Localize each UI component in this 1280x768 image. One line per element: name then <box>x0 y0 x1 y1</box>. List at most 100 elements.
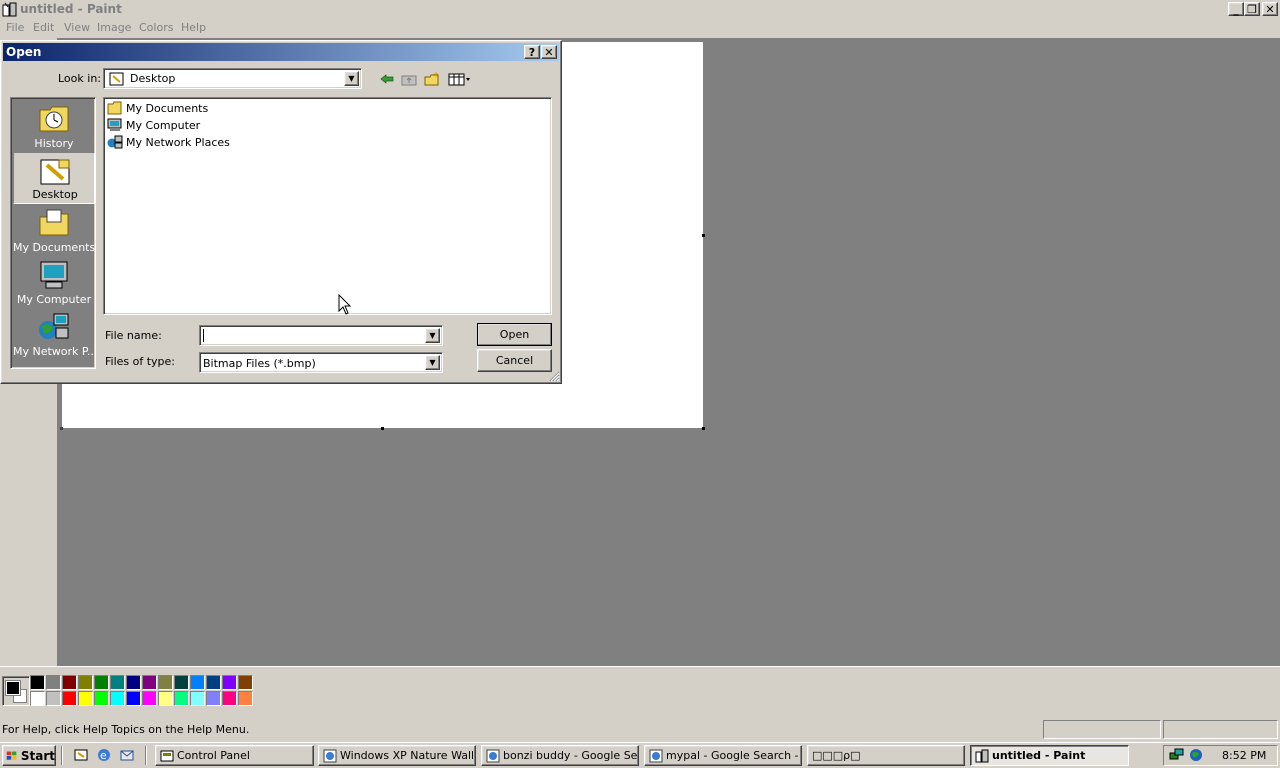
restore-button[interactable]: ❐ <box>1244 2 1260 16</box>
taskbar-button-control-panel[interactable]: Control Panel <box>155 745 314 766</box>
places-label: Desktop <box>32 188 78 201</box>
files-of-type-value: Bitmap Files (*.bmp) <box>203 357 316 370</box>
dialog-title: Open <box>6 45 42 59</box>
internet-explorer-icon[interactable]: e <box>96 747 112 763</box>
resize-handle-right[interactable] <box>702 234 705 237</box>
color-swatch[interactable] <box>206 691 221 706</box>
desktop-icon <box>40 159 70 185</box>
color-swatch[interactable] <box>94 691 109 706</box>
network-tray-icon[interactable] <box>1169 747 1185 763</box>
places-label: My Documents <box>13 241 95 254</box>
color-swatch[interactable] <box>222 675 237 690</box>
color-swatch[interactable] <box>174 691 189 706</box>
create-new-folder-button[interactable] <box>422 70 442 88</box>
list-item-label: My Network Places <box>126 135 230 149</box>
resize-handle-corner[interactable] <box>702 427 705 430</box>
color-swatch[interactable] <box>190 691 205 706</box>
places-my-computer[interactable]: My Computer <box>13 256 95 308</box>
look-in-dropdown[interactable]: Desktop ▼ <box>103 68 362 89</box>
menu-file[interactable]: File <box>6 21 24 34</box>
status-cell-coords <box>1043 720 1161 739</box>
places-my-network[interactable]: My Network P... <box>13 308 95 360</box>
chevron-down-icon[interactable]: ▼ <box>425 355 440 370</box>
color-swatch[interactable] <box>62 675 77 690</box>
menu-view[interactable]: View <box>64 21 90 34</box>
places-bar: History Desktop My Documents My Computer… <box>10 97 96 369</box>
taskbar-button-wallpaper[interactable]: Windows XP Nature Wallp... <box>318 745 476 766</box>
menu-help[interactable]: Help <box>181 21 206 34</box>
color-swatch[interactable] <box>62 691 77 706</box>
open-button[interactable]: Open <box>477 323 552 346</box>
list-item-label: My Documents <box>126 101 209 115</box>
color-swatch[interactable] <box>222 691 237 706</box>
files-of-type-dropdown[interactable]: Bitmap Files (*.bmp) ▼ <box>199 352 443 373</box>
menu-image[interactable]: Image <box>97 21 131 34</box>
taskbar-button-label: Control Panel <box>177 749 250 762</box>
taskbar-button-unknown[interactable]: □□□ρ□ <box>807 745 965 766</box>
close-button[interactable]: ✕ <box>1262 2 1278 16</box>
taskbar-button-paint[interactable]: untitled - Paint <box>970 745 1129 766</box>
back-button[interactable] <box>377 70 397 88</box>
dialog-titlebar[interactable]: Open ? ✕ <box>3 43 559 61</box>
folder-icon <box>107 101 122 115</box>
file-name-field[interactable]: ▼ <box>199 325 443 346</box>
svg-text:e: e <box>100 749 107 762</box>
outlook-express-icon[interactable] <box>119 747 135 763</box>
paint-app-icon <box>975 749 989 762</box>
start-button[interactable]: Start <box>2 745 56 766</box>
color-swatch[interactable] <box>126 675 141 690</box>
menu-edit[interactable]: Edit <box>33 21 54 34</box>
menu-colors[interactable]: Colors <box>139 21 173 34</box>
minimize-button[interactable]: _ <box>1228 2 1244 16</box>
history-icon <box>39 106 69 132</box>
color-swatch[interactable] <box>238 691 253 706</box>
menu-bar: File Edit View Image Colors Help <box>0 18 1280 38</box>
chevron-down-icon[interactable]: ▼ <box>344 71 359 86</box>
taskbar-button-label: □□□ρ□ <box>812 749 861 762</box>
taskbar-button-mypal-search[interactable]: mypal - Google Search - ... <box>644 745 802 766</box>
color-swatch[interactable] <box>158 691 173 706</box>
up-one-level-button[interactable] <box>399 70 419 88</box>
color-swatch[interactable] <box>174 675 189 690</box>
color-swatch[interactable] <box>190 675 205 690</box>
color-swatch[interactable] <box>94 675 109 690</box>
places-desktop[interactable]: Desktop <box>13 152 95 204</box>
globe-tray-icon[interactable] <box>1188 747 1204 763</box>
color-swatch[interactable] <box>142 691 157 706</box>
list-item-my-computer[interactable]: My Computer <box>107 117 200 133</box>
color-swatch[interactable] <box>78 675 93 690</box>
ie-page-icon <box>323 749 337 762</box>
file-list[interactable]: My Documents My Computer My Network Plac… <box>103 97 552 315</box>
taskbar-button-label: Windows XP Nature Wallp... <box>340 749 475 762</box>
show-desktop-icon[interactable] <box>73 747 89 763</box>
places-my-documents[interactable]: My Documents <box>13 204 95 256</box>
minimize-icon: _ <box>1233 2 1239 16</box>
window-title: untitled - Paint <box>20 2 122 16</box>
color-swatch[interactable] <box>30 675 45 690</box>
color-swatch[interactable] <box>46 675 61 690</box>
taskbar-button-bonzi-search[interactable]: bonzi buddy - Google Sea... <box>481 745 639 766</box>
list-item-my-documents[interactable]: My Documents <box>107 100 208 116</box>
dialog-help-button[interactable]: ? <box>524 45 540 59</box>
cancel-button[interactable]: Cancel <box>477 349 552 372</box>
color-swatch[interactable] <box>126 691 141 706</box>
color-swatch[interactable] <box>78 691 93 706</box>
taskbar-separator <box>61 746 63 765</box>
color-swatch[interactable] <box>238 675 253 690</box>
color-swatch[interactable] <box>110 675 125 690</box>
chevron-down-icon[interactable]: ▼ <box>425 328 440 343</box>
color-swatch[interactable] <box>30 691 45 706</box>
color-swatch[interactable] <box>158 675 173 690</box>
taskbar-separator <box>145 746 147 765</box>
places-history[interactable]: History <box>13 100 95 152</box>
color-swatch[interactable] <box>110 691 125 706</box>
dialog-close-button[interactable]: ✕ <box>541 45 557 59</box>
color-swatch[interactable] <box>46 691 61 706</box>
size-grip-icon[interactable] <box>548 370 560 382</box>
list-item-my-network-places[interactable]: My Network Places <box>107 134 230 150</box>
color-swatch[interactable] <box>142 675 157 690</box>
view-menu-button[interactable] <box>447 70 473 88</box>
color-swatch[interactable] <box>206 675 221 690</box>
resize-handle-bottom[interactable] <box>381 427 384 430</box>
window-titlebar[interactable]: untitled - Paint _ ❐ ✕ <box>0 0 1280 18</box>
